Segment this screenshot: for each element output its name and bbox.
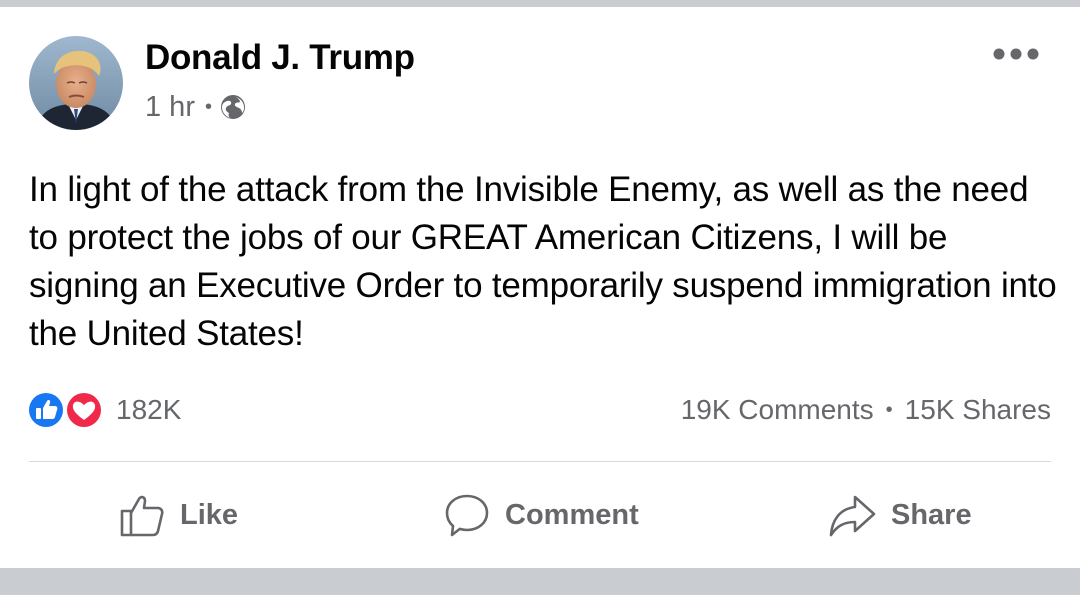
thumbs-up-icon bbox=[118, 491, 166, 539]
meta-separator: • bbox=[204, 95, 212, 118]
counts-separator: • bbox=[885, 398, 893, 421]
more-options-icon bbox=[993, 48, 1039, 60]
globe-icon[interactable] bbox=[220, 94, 246, 120]
more-options-button[interactable] bbox=[990, 42, 1042, 66]
feed-separator-bottom bbox=[0, 568, 1080, 595]
share-button[interactable]: Share bbox=[827, 482, 972, 548]
like-label: Like bbox=[180, 498, 239, 531]
engagement-counts: 19K Comments • 15K Shares bbox=[681, 390, 1051, 430]
share-label: Share bbox=[891, 498, 972, 531]
share-arrow-icon bbox=[827, 491, 877, 539]
reactions-summary[interactable]: 182K bbox=[26, 390, 181, 430]
comment-icon bbox=[443, 491, 491, 539]
feed-separator-top bbox=[0, 0, 1080, 7]
shares-count[interactable]: 15K Shares bbox=[905, 394, 1051, 426]
comment-label: Comment bbox=[505, 498, 639, 531]
post-actions: Like Comment Share bbox=[0, 482, 1080, 548]
post-body-text: In light of the attack from the Invisibl… bbox=[29, 170, 1057, 353]
love-reaction-icon bbox=[65, 391, 103, 429]
comments-count[interactable]: 19K Comments bbox=[681, 394, 874, 426]
post-timestamp[interactable]: 1 hr bbox=[145, 91, 195, 124]
facebook-post: Donald J. Trump 1 hr • In light of the a… bbox=[0, 0, 1080, 595]
comment-button[interactable]: Comment bbox=[443, 482, 639, 548]
divider bbox=[29, 461, 1051, 462]
post-meta: 1 hr • bbox=[145, 90, 246, 124]
like-reaction-icon bbox=[27, 391, 65, 429]
reaction-icons bbox=[26, 390, 104, 430]
like-button[interactable]: Like bbox=[118, 482, 238, 548]
reaction-count: 182K bbox=[116, 394, 182, 425]
author-name[interactable]: Donald J. Trump bbox=[145, 38, 415, 78]
author-avatar[interactable] bbox=[29, 36, 123, 130]
